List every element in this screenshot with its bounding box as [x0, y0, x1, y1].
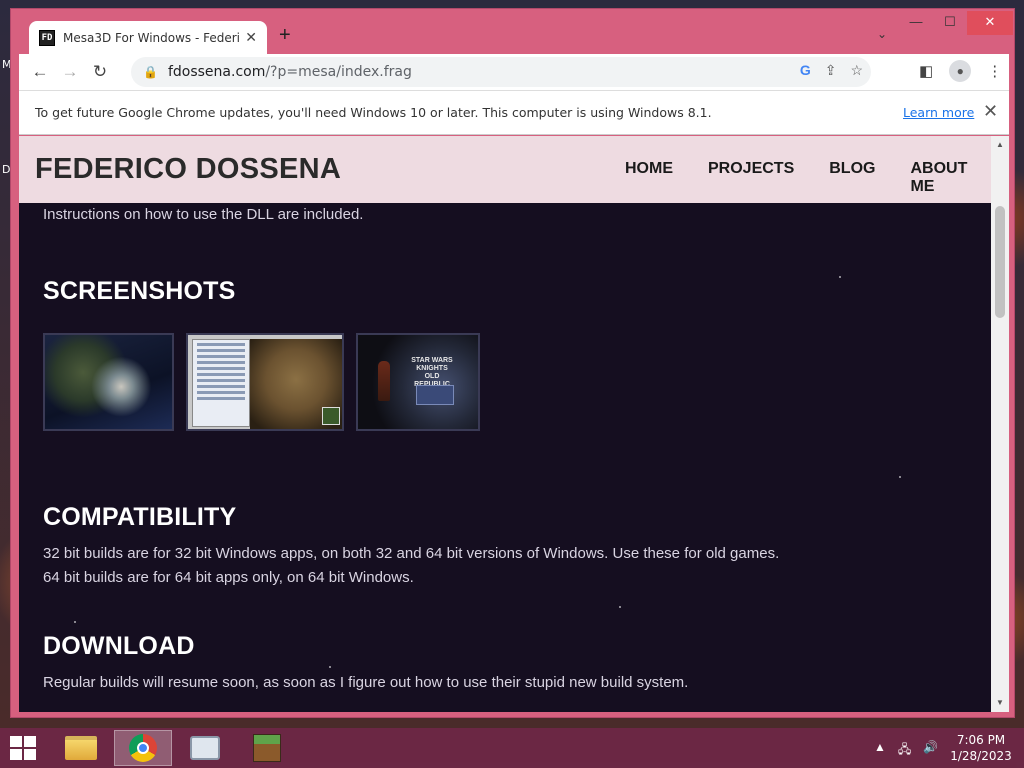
- scroll-down-arrow-icon[interactable]: ▼: [991, 698, 1009, 707]
- menu-kebab-icon[interactable]: ⋮: [987, 62, 1002, 80]
- minecraft-taskbar-button[interactable]: [238, 730, 296, 766]
- compat-line: 64 bit builds are for 64 bit apps only, …: [43, 569, 414, 586]
- url-text[interactable]: fdossena.com/?p=mesa/index.frag: [168, 64, 412, 80]
- reload-button[interactable]: ↻: [85, 62, 115, 82]
- browser-toolbar: ← → ↻ 🔒 fdossena.com/?p=mesa/index.frag …: [19, 54, 1009, 90]
- compatibility-heading: COMPATIBILITY: [43, 503, 237, 531]
- game-logo: STAR WARS KNIGHTS OLD REPUBLIC: [411, 357, 453, 388]
- new-tab-button[interactable]: +: [279, 25, 291, 45]
- infobar-close-icon[interactable]: ✕: [983, 101, 998, 122]
- nav-about-link[interactable]: ABOUT ME: [910, 160, 991, 196]
- site-title[interactable]: FEDERICO DOSSENA: [35, 153, 341, 186]
- screenshot-thumbnail[interactable]: [43, 333, 174, 431]
- volume-icon[interactable]: 🔊: [923, 740, 938, 761]
- taskbar: ▲ 🖧 🔊 7:06 PM 1/28/2023: [0, 728, 1024, 768]
- chrome-icon: [129, 734, 157, 762]
- page-viewport: Instructions on how to use the DLL are i…: [19, 136, 1009, 712]
- settings-panel-image: [192, 339, 250, 427]
- site-header: FEDERICO DOSSENA HOME PROJECTS BLOG ABOU…: [19, 136, 991, 203]
- screenshot-thumbnail[interactable]: STAR WARS KNIGHTS OLD REPUBLIC: [356, 333, 480, 431]
- taskbar-clock[interactable]: 7:06 PM 1/28/2023: [950, 732, 1012, 764]
- bookmark-star-icon[interactable]: ☆: [850, 62, 863, 79]
- mini-thumbnail-image: [322, 407, 340, 425]
- infobar-message: To get future Google Chrome updates, you…: [35, 105, 712, 120]
- profile-avatar-icon[interactable]: ●: [949, 60, 972, 82]
- page-scrollbar[interactable]: ▲ ▼: [991, 136, 1009, 712]
- learn-more-link[interactable]: Learn more: [903, 105, 974, 120]
- performance-monitor-icon: [190, 736, 220, 760]
- intro-text: Instructions on how to use the DLL are i…: [43, 206, 364, 223]
- site-favicon-icon: FD: [39, 29, 55, 46]
- lock-icon[interactable]: 🔒: [143, 65, 158, 79]
- system-tray: ▲ 🖧 🔊: [874, 740, 938, 761]
- browser-tab[interactable]: FD Mesa3D For Windows - Federico ✕: [29, 21, 267, 54]
- grass-block-icon: [253, 734, 281, 762]
- tab-title: Mesa3D For Windows - Federico: [63, 30, 240, 45]
- side-panel-icon[interactable]: ◧: [919, 62, 933, 80]
- scroll-up-arrow-icon[interactable]: ▲: [991, 140, 1009, 149]
- nav-projects-link[interactable]: PROJECTS: [708, 160, 794, 196]
- page-content: Instructions on how to use the DLL are i…: [43, 203, 943, 695]
- maximize-button[interactable]: ☐: [933, 11, 967, 35]
- tab-search-chevron-icon[interactable]: ⌄: [877, 27, 887, 41]
- screenshot-thumbnail[interactable]: [186, 333, 344, 431]
- close-window-button[interactable]: ✕: [967, 11, 1013, 35]
- forward-button[interactable]: →: [55, 62, 85, 82]
- nav-home-link[interactable]: HOME: [625, 160, 673, 196]
- clock-time: 7:06 PM: [956, 733, 1006, 747]
- tab-close-icon[interactable]: ✕: [245, 29, 257, 46]
- address-bar[interactable]: 🔒 fdossena.com/?p=mesa/index.frag G ⇪ ☆: [131, 57, 871, 87]
- monitor-taskbar-button[interactable]: [176, 730, 234, 766]
- site-nav: HOME PROJECTS BLOG ABOUT ME: [625, 160, 991, 196]
- nav-blog-link[interactable]: BLOG: [829, 160, 875, 196]
- character-figure-image: [378, 361, 390, 401]
- update-infobar: To get future Google Chrome updates, you…: [19, 90, 1009, 135]
- back-button[interactable]: ←: [25, 62, 55, 82]
- scroll-thumb[interactable]: [995, 206, 1005, 318]
- windows-start-icon[interactable]: [10, 736, 38, 760]
- folder-icon: [65, 736, 97, 760]
- screenshot-gallery: STAR WARS KNIGHTS OLD REPUBLIC: [43, 333, 943, 431]
- game-menu-image: [416, 385, 454, 405]
- screenshots-heading: SCREENSHOTS: [43, 277, 236, 305]
- file-explorer-taskbar-button[interactable]: [52, 730, 110, 766]
- google-lens-icon[interactable]: G: [800, 62, 811, 79]
- network-icon[interactable]: 🖧: [898, 740, 911, 761]
- download-text: Regular builds will resume soon, as soon…: [43, 674, 689, 691]
- compat-line: 32 bit builds are for 32 bit Windows app…: [43, 545, 780, 562]
- chrome-taskbar-button[interactable]: [114, 730, 172, 766]
- clock-date: 1/28/2023: [950, 749, 1012, 763]
- browser-window: FD Mesa3D For Windows - Federico ✕ + ⌄ —…: [10, 8, 1015, 718]
- minimize-button[interactable]: —: [899, 11, 933, 35]
- show-hidden-icons-arrow-icon[interactable]: ▲: [874, 740, 886, 761]
- share-icon[interactable]: ⇪: [825, 62, 837, 79]
- title-bar: FD Mesa3D For Windows - Federico ✕ + ⌄ —…: [11, 9, 1014, 54]
- download-heading: DOWNLOAD: [43, 632, 195, 660]
